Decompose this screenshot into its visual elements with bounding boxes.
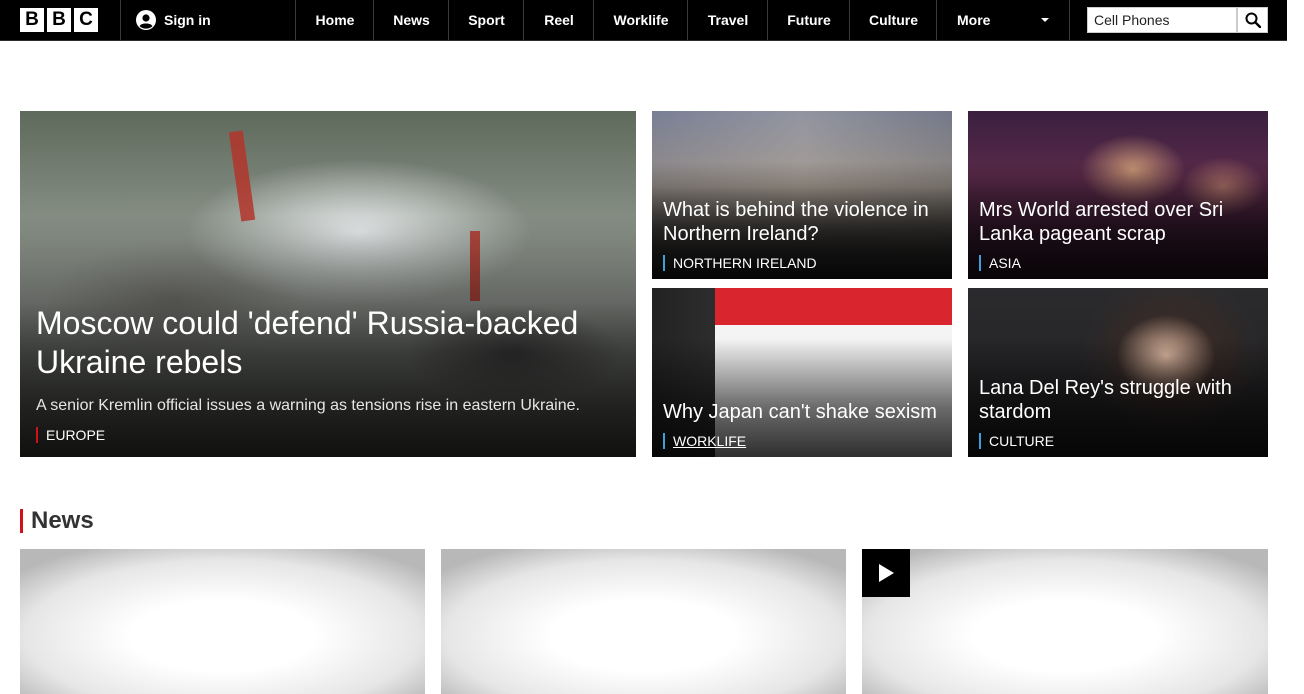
section-title-news[interactable]: News xyxy=(20,509,94,533)
story-tag[interactable]: NORTHERN IRELAND xyxy=(663,255,941,271)
sign-in-label: Sign in xyxy=(164,12,211,28)
story-content: Why Japan can't shake sexism WORKLIFE xyxy=(663,400,941,449)
story-summary: A senior Kremlin official issues a warni… xyxy=(36,397,580,414)
sign-in-button[interactable]: Sign in xyxy=(136,0,211,40)
story-headline[interactable]: What is behind the violence in Northern … xyxy=(663,198,941,246)
nav-future[interactable]: Future xyxy=(767,0,850,40)
search-input[interactable] xyxy=(1087,7,1237,33)
nav-reel[interactable]: Reel xyxy=(523,0,594,40)
story-content: Mrs World arrested over Sri Lanka pagean… xyxy=(979,198,1257,271)
story-headline[interactable]: Lana Del Rey's struggle with stardom xyxy=(979,376,1257,424)
story-headline[interactable]: Mrs World arrested over Sri Lanka pagean… xyxy=(979,198,1257,246)
news-card-placeholder[interactable] xyxy=(20,549,425,694)
nav-sport[interactable]: Sport xyxy=(448,0,524,40)
story-tag[interactable]: ASIA xyxy=(979,255,1257,271)
search-button[interactable] xyxy=(1237,7,1268,33)
story-headline[interactable]: Why Japan can't shake sexism xyxy=(663,400,941,424)
bbc-logo[interactable]: B B C xyxy=(20,8,98,32)
main-story-card[interactable]: Moscow could 'defend' Russia-backed Ukra… xyxy=(20,111,636,457)
top-navigation-bar: B B C Sign in Home News Sport Reel Workl… xyxy=(0,0,1287,41)
nav-more-label: More xyxy=(957,12,991,28)
divider xyxy=(120,0,121,40)
logo-letter: C xyxy=(74,8,98,32)
logo-letter: B xyxy=(47,8,71,32)
nav-more-dropdown[interactable]: More xyxy=(936,0,1069,40)
nav-culture[interactable]: Culture xyxy=(849,0,937,40)
story-content: Lana Del Rey's struggle with stardom CUL… xyxy=(979,376,1257,449)
nav-news[interactable]: News xyxy=(373,0,449,40)
divider xyxy=(1069,0,1070,40)
search-box xyxy=(1087,7,1268,33)
story-tag[interactable]: WORKLIFE xyxy=(663,433,941,449)
story-card[interactable]: Mrs World arrested over Sri Lanka pagean… xyxy=(968,111,1268,279)
story-content: Moscow could 'defend' Russia-backed Ukra… xyxy=(36,304,620,443)
search-icon xyxy=(1245,12,1261,28)
story-tag[interactable]: EUROPE xyxy=(36,427,620,443)
nav-travel[interactable]: Travel xyxy=(687,0,768,40)
chevron-down-icon xyxy=(1041,18,1049,22)
logo-letter: B xyxy=(20,8,44,32)
nav-home[interactable]: Home xyxy=(295,0,374,40)
news-card-placeholder[interactable] xyxy=(862,549,1268,694)
news-card-placeholder[interactable] xyxy=(441,549,846,694)
play-button[interactable] xyxy=(862,549,910,597)
story-content: What is behind the violence in Northern … xyxy=(663,198,941,271)
story-tag[interactable]: CULTURE xyxy=(979,433,1257,449)
story-card[interactable]: Why Japan can't shake sexism WORKLIFE xyxy=(652,288,952,457)
play-icon xyxy=(879,564,894,582)
story-card[interactable]: What is behind the violence in Northern … xyxy=(652,111,952,279)
story-headline[interactable]: Moscow could 'defend' Russia-backed Ukra… xyxy=(36,304,620,382)
nav-worklife[interactable]: Worklife xyxy=(593,0,688,40)
story-card[interactable]: Lana Del Rey's struggle with stardom CUL… xyxy=(968,288,1268,457)
user-icon xyxy=(136,10,156,30)
